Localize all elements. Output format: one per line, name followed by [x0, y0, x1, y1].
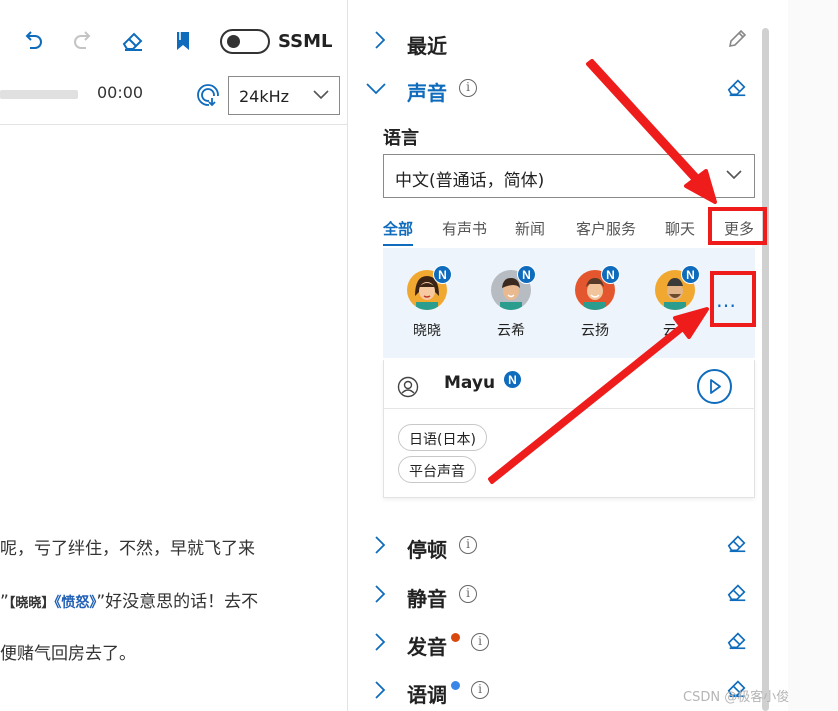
status-dot — [451, 681, 460, 690]
user-icon — [397, 376, 419, 402]
ssml-toggle[interactable] — [220, 29, 270, 54]
section-voice-toggle[interactable] — [366, 74, 386, 104]
annotation-box-more-voices — [710, 271, 756, 327]
section-pause-title[interactable]: 停顿 — [407, 534, 447, 563]
settings-scrollbar[interactable] — [762, 28, 769, 711]
playback-time: 00:00 — [97, 83, 144, 102]
info-icon[interactable]: i — [471, 633, 489, 651]
new-badge: N — [517, 265, 536, 284]
toolbar-divider — [0, 124, 348, 125]
watermark: CSDN @极客小俊 — [683, 690, 790, 705]
voice-tag: 日语(日本) — [398, 424, 487, 451]
section-intonation-toggle[interactable] — [370, 675, 390, 705]
editor-text-line[interactable]: 便赌气回房去了。 — [0, 639, 136, 664]
info-icon[interactable]: i — [459, 585, 477, 603]
voice-name: 云希 — [497, 323, 525, 339]
chevron-right-icon — [370, 584, 390, 604]
tab-audiobook[interactable]: 有声书 — [442, 218, 487, 239]
app-window: SSML 00:00 24kHz 呢，亏了绊住，不然，早就飞了来 ”【晓晓】《愤… — [0, 0, 838, 711]
eraser-icon[interactable] — [726, 629, 748, 651]
language-select[interactable]: 中文(普通话，简体) — [383, 154, 755, 198]
card-divider — [383, 408, 755, 409]
redo-icon[interactable] — [68, 26, 98, 56]
new-badge: N — [681, 265, 700, 284]
section-pause-toggle[interactable] — [370, 530, 390, 560]
language-label: 语言 — [383, 128, 419, 149]
tab-news[interactable]: 新闻 — [515, 218, 545, 239]
toggle-knob — [227, 35, 240, 48]
play-icon — [710, 379, 721, 394]
editor-text-line[interactable]: ”【晓晓】《愤怒》”好没意思的话！去不 — [0, 587, 258, 612]
new-badge: N — [503, 370, 522, 389]
pencil-icon[interactable] — [726, 28, 748, 50]
ssml-label: SSML — [278, 31, 333, 52]
chevron-down-icon — [366, 79, 386, 99]
editor-text-line[interactable]: 呢，亏了绊住，不然，早就飞了来 — [0, 534, 255, 559]
section-silence-title[interactable]: 静音 — [407, 583, 447, 612]
chevron-right-icon — [370, 535, 390, 555]
editor-toolbar: SSML — [0, 0, 348, 70]
speaker-tag[interactable]: 【晓晓】 — [9, 596, 55, 611]
section-recent-toggle[interactable] — [370, 25, 390, 55]
info-icon[interactable]: i — [459, 79, 477, 97]
chevron-right-icon — [370, 680, 390, 700]
eraser-icon[interactable] — [726, 581, 748, 603]
text-segment: ”好没意思的话！去不 — [96, 592, 259, 612]
section-pronunciation-toggle[interactable] — [370, 627, 390, 657]
tab-all[interactable]: 全部 — [383, 218, 413, 239]
eraser-icon[interactable] — [118, 26, 148, 56]
chevron-down-icon — [313, 90, 329, 100]
emotion-tag[interactable]: 《愤怒》 — [54, 595, 96, 611]
voice-tag: 平台声音 — [398, 456, 476, 483]
section-intonation-title[interactable]: 语调 — [407, 679, 447, 708]
quote-mark: ” — [0, 592, 9, 612]
active-tab-indicator — [383, 244, 413, 246]
undo-icon[interactable] — [18, 26, 48, 56]
editor-pane: SSML 00:00 24kHz 呢，亏了绊住，不然，早就飞了来 ”【晓晓】《愤… — [0, 0, 348, 711]
chevron-down-icon — [726, 170, 742, 180]
section-recent-title[interactable]: 最近 — [407, 30, 447, 59]
info-icon[interactable]: i — [471, 681, 489, 699]
new-badge: N — [433, 265, 452, 284]
bookmark-icon[interactable] — [168, 26, 198, 56]
new-badge: N — [601, 265, 620, 284]
sample-rate-select[interactable]: 24kHz — [228, 76, 340, 115]
playback-progress-bar[interactable] — [0, 90, 78, 99]
section-silence-toggle[interactable] — [370, 579, 390, 609]
status-dot — [451, 633, 460, 642]
section-voice-title[interactable]: 声音 — [407, 77, 447, 106]
chevron-right-icon — [370, 632, 390, 652]
tab-customer-service[interactable]: 客户服务 — [576, 218, 636, 239]
audio-download-icon[interactable] — [193, 80, 223, 110]
section-pronunciation-title[interactable]: 发音 — [407, 631, 447, 660]
chevron-right-icon — [370, 30, 390, 50]
sample-rate-value: 24kHz — [239, 87, 290, 106]
voice-name: 晓晓 — [413, 323, 441, 339]
play-sample-button[interactable] — [697, 369, 732, 404]
annotation-box-more-tab — [708, 207, 767, 245]
eraser-icon[interactable] — [726, 532, 748, 554]
selected-voice-name: Mayu — [444, 373, 496, 393]
voice-name: 云扬 — [581, 323, 609, 339]
language-value: 中文(普通话，简体) — [395, 171, 545, 191]
eraser-icon[interactable] — [726, 76, 748, 98]
info-icon[interactable]: i — [459, 536, 477, 554]
tab-chat[interactable]: 聊天 — [665, 218, 695, 239]
